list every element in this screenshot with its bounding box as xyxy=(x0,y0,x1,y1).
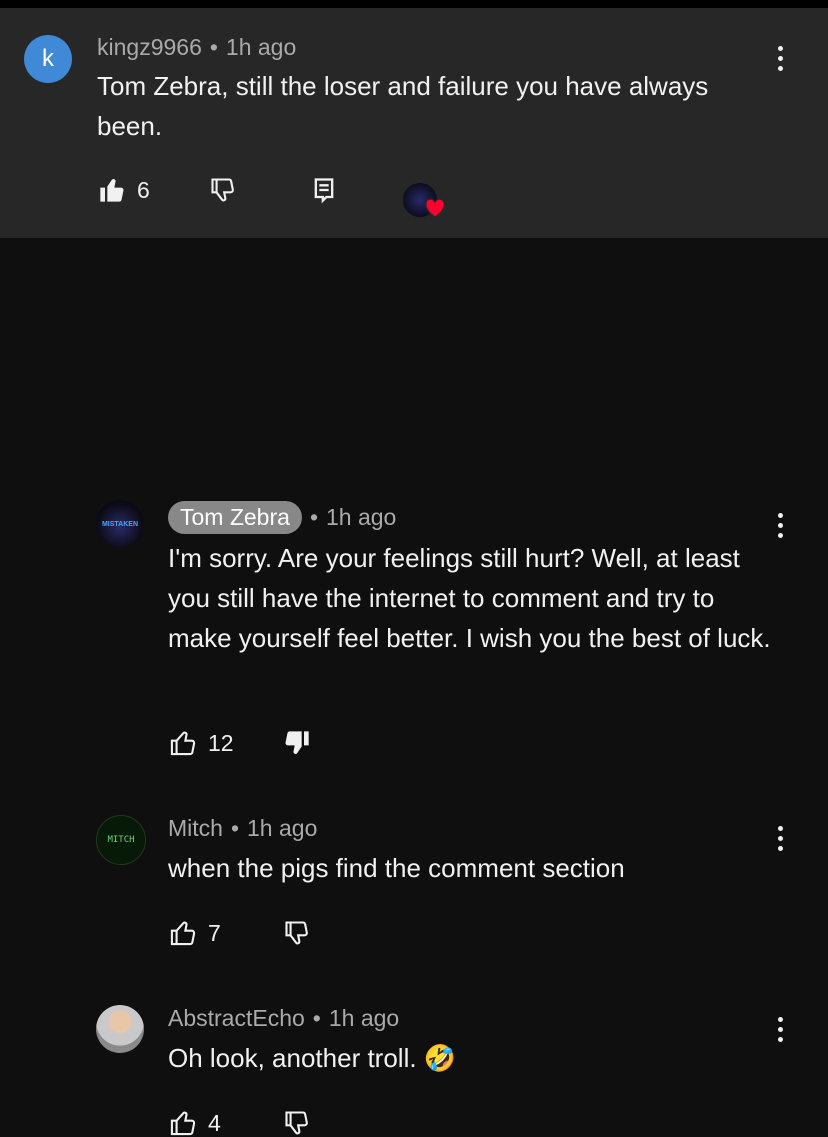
comment-text: Tom Zebra, still the loser and failure y… xyxy=(97,71,709,141)
thumb-up-icon xyxy=(100,179,124,202)
comment-meta: Tom Zebra • 1h ago xyxy=(168,501,396,534)
like-count: 12 xyxy=(208,729,234,756)
thumb-down-icon xyxy=(285,921,308,945)
comment-meta: AbstractEcho • 1h ago xyxy=(168,1005,400,1031)
dislike-button[interactable] xyxy=(208,176,238,204)
like-count: 7 xyxy=(208,919,221,946)
comment-meta: kingz9966 • 1h ago xyxy=(97,34,297,60)
heart-icon xyxy=(425,198,445,218)
reply-button[interactable] xyxy=(312,176,336,204)
like-button[interactable]: 4 xyxy=(168,1109,221,1137)
comment-text: when the pigs find the comment section xyxy=(168,853,625,883)
avatar[interactable]: MITCH xyxy=(96,815,146,865)
thumb-down-icon xyxy=(211,178,234,202)
more-vert-icon[interactable] xyxy=(768,1013,792,1045)
comment-meta: Mitch • 1h ago xyxy=(168,815,318,841)
like-count: 6 xyxy=(137,176,150,203)
thumb-down-icon xyxy=(285,1111,308,1135)
dislike-button[interactable] xyxy=(282,1109,312,1137)
like-count: 4 xyxy=(208,1109,221,1136)
thumb-up-icon xyxy=(170,1111,196,1136)
author-name[interactable]: kingz9966 xyxy=(97,34,202,60)
dislike-button[interactable] xyxy=(282,729,312,757)
highlighted-comment: k kingz9966 • 1h ago Tom Zebra, still the … xyxy=(0,8,828,238)
comment-text: Oh look, another troll. 🤣 xyxy=(168,1043,457,1073)
thumb-up-icon xyxy=(170,731,196,756)
timestamp[interactable]: 1h ago xyxy=(326,504,396,530)
reply-icon xyxy=(314,178,334,204)
more-vert-icon[interactable] xyxy=(768,822,792,854)
author-name[interactable]: Mitch xyxy=(168,815,223,841)
like-button[interactable]: 6 xyxy=(97,176,150,204)
owner-author-badge[interactable]: Tom Zebra xyxy=(168,501,302,534)
thumb-down-icon xyxy=(285,731,309,754)
more-vert-icon[interactable] xyxy=(768,42,792,74)
like-button[interactable]: 12 xyxy=(168,729,234,757)
thumb-up-icon xyxy=(170,921,196,946)
timestamp[interactable]: 1h ago xyxy=(226,34,296,60)
author-name[interactable]: AbstractEcho xyxy=(168,1005,305,1031)
like-button[interactable]: 7 xyxy=(168,919,221,947)
timestamp[interactable]: 1h ago xyxy=(247,815,317,841)
more-vert-icon[interactable] xyxy=(768,509,792,541)
avatar[interactable]: MISTAKEN xyxy=(96,500,144,548)
top-edge xyxy=(0,0,828,8)
comment-text: I'm sorry. Are your feelings still hurt?… xyxy=(168,543,771,653)
timestamp[interactable]: 1h ago xyxy=(329,1005,399,1031)
avatar[interactable] xyxy=(96,1005,144,1053)
avatar[interactable]: k xyxy=(24,35,72,83)
dislike-button[interactable] xyxy=(282,919,312,947)
